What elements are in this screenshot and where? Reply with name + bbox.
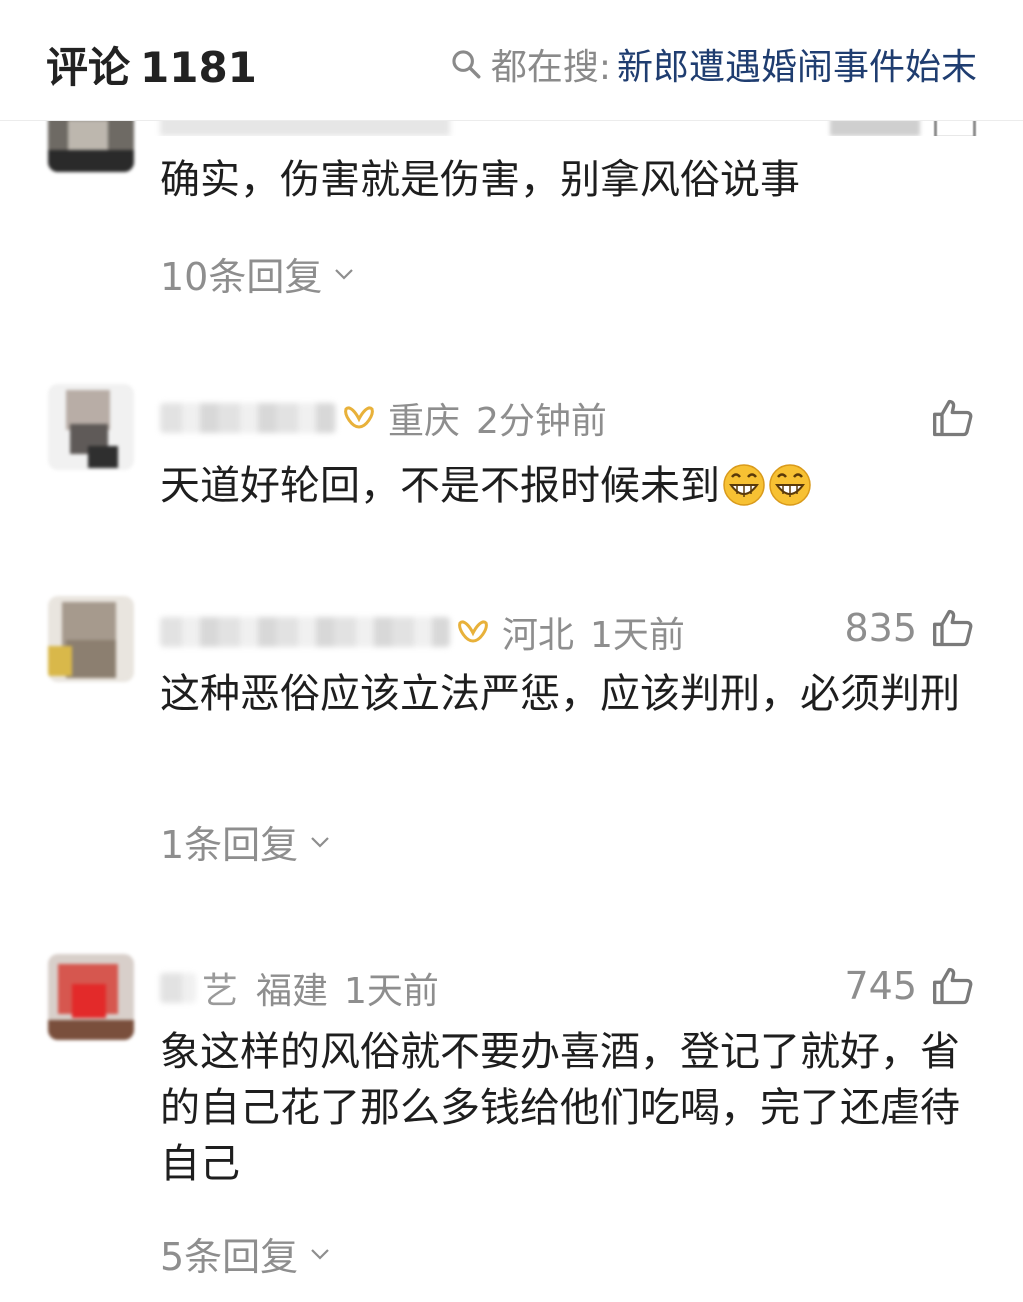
comments-count: 1181 (140, 43, 257, 92)
like-button[interactable]: 745 (844, 964, 975, 1008)
thumbs-up-icon (933, 399, 973, 437)
view-replies-link[interactable]: 10条回复 (160, 246, 356, 301)
view-replies-link[interactable]: 5条回复 (160, 1226, 332, 1281)
username[interactable] (160, 403, 336, 433)
comment-time: 1天前 (344, 971, 439, 1012)
like-count: 835 (844, 606, 917, 650)
like-count: 745 (844, 964, 917, 1008)
replies-count: 10条回复 (160, 255, 323, 299)
avatar[interactable] (48, 954, 134, 1040)
grin-emoji-icon (723, 464, 765, 506)
vip-badge-icon (458, 620, 488, 643)
hot-search-topic[interactable]: 新郎遭遇婚闹事件始末 (617, 38, 977, 90)
comment-location: 重庆 (388, 401, 461, 442)
thumbs-up-icon (933, 609, 973, 647)
comment-text: 这种恶俗应该立法严惩，应该判刑，必须判刑 (160, 671, 960, 717)
comment-location: 河北 (502, 615, 575, 656)
comment-text: 象这样的风俗就不要办喜酒，登记了就好，省的自己花了那么多钱给他们吃喝，完了还虐待… (160, 1029, 960, 1187)
view-replies-link[interactable]: 1条回复 (160, 814, 332, 869)
comment-meta-row: 艺 福建 1天前 (160, 962, 455, 1014)
hot-search-link[interactable]: 都在搜: 新郎遭遇婚闹事件始末 (449, 38, 977, 90)
chevron-down-icon (311, 836, 329, 848)
comment-meta-row: 河北 1天前 (160, 606, 701, 658)
like-button[interactable] (917, 396, 975, 440)
search-icon (452, 50, 481, 79)
vip-badge-icon (344, 406, 374, 429)
comment-body: 天道好轮回，不是不报时候未到 (160, 463, 720, 509)
comments-header: 评论 1181 都在搜: 新郎遭遇婚闹事件始末 (0, 0, 1023, 121)
username-visible-part[interactable]: 艺 (202, 962, 238, 1014)
comment-text: 确实，伤害就是伤害，别拿风俗说事 (160, 157, 800, 203)
hot-search-label: 都在搜: (490, 47, 611, 88)
comment-text: 天道好轮回，不是不报时候未到 (160, 458, 980, 514)
replies-count: 5条回复 (160, 1235, 299, 1279)
comments-title-label: 评论 (46, 43, 131, 92)
username[interactable] (160, 617, 450, 647)
avatar[interactable] (48, 384, 134, 470)
replies-count: 1条回复 (160, 823, 299, 867)
username[interactable] (160, 973, 196, 1003)
avatar[interactable] (48, 596, 134, 682)
comment-time: 1天前 (590, 615, 685, 656)
comment-meta-row: 重庆 2分钟前 (160, 392, 623, 444)
grin-emoji-icon (769, 464, 811, 506)
thumbs-up-icon (933, 967, 973, 1005)
like-button[interactable]: 835 (844, 606, 975, 650)
comment-location: 福建 (256, 971, 329, 1012)
chevron-down-icon (335, 268, 354, 280)
comment-time: 2分钟前 (476, 401, 607, 442)
chevron-down-icon (311, 1248, 329, 1260)
comments-title: 评论 1181 (46, 34, 257, 95)
